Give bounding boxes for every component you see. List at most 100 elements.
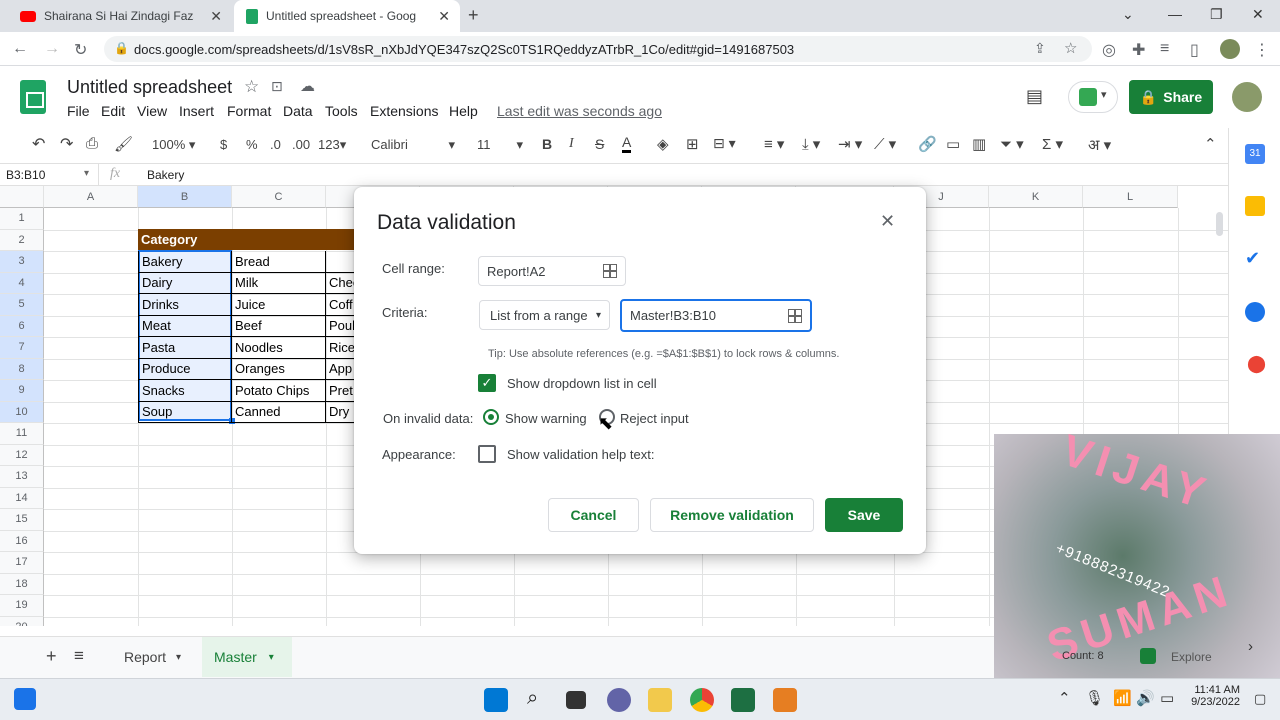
text-rotate-icon[interactable]: ⟋ ▾ xyxy=(874,135,896,153)
menu-help[interactable]: Help xyxy=(449,103,478,119)
app-icon[interactable] xyxy=(773,688,797,712)
search-icon[interactable]: ⌕ xyxy=(527,687,538,710)
menu-extensions[interactable]: Extensions xyxy=(370,103,438,119)
table-cell[interactable]: Beef xyxy=(232,315,326,337)
bold-icon[interactable]: B xyxy=(542,136,552,152)
notifications-icon[interactable]: ▢ xyxy=(1254,691,1266,707)
row-header[interactable]: 8 xyxy=(0,358,44,380)
volume-icon[interactable]: 🔊 xyxy=(1136,689,1155,707)
filter-icon[interactable]: ⏷ ▾ xyxy=(1000,135,1024,153)
remove-validation-button[interactable]: Remove validation xyxy=(650,498,814,532)
browser-tab-sheets[interactable]: Untitled spreadsheet - Google Sheets ✕ xyxy=(234,0,460,32)
text-wrap-icon[interactable]: ⇥ ▾ xyxy=(838,135,862,153)
row-header[interactable]: 3 xyxy=(0,251,44,273)
table-cell[interactable]: Snacks xyxy=(138,380,232,402)
start-icon[interactable] xyxy=(484,688,508,712)
table-cell[interactable] xyxy=(326,251,354,273)
chevron-down-icon[interactable]: ▾ xyxy=(84,168,89,179)
star-icon[interactable]: ☆ xyxy=(244,77,259,97)
last-edit-link[interactable]: Last edit was seconds ago xyxy=(497,103,662,119)
column-header[interactable]: K xyxy=(989,186,1083,208)
cancel-button[interactable]: Cancel xyxy=(548,498,639,532)
row-header[interactable]: 1 xyxy=(0,208,44,230)
menu-tools[interactable]: Tools xyxy=(325,103,358,119)
row-header[interactable]: 5 xyxy=(0,294,44,316)
number-format-select[interactable]: 123▾ xyxy=(318,137,346,153)
fill-color-icon[interactable]: ◈ xyxy=(657,135,669,153)
row-header[interactable]: 18 xyxy=(0,573,44,595)
menu-edit[interactable]: Edit xyxy=(101,103,125,119)
add-sheet-icon[interactable]: + xyxy=(46,646,57,667)
globe-icon[interactable]: ◎ xyxy=(1102,40,1116,60)
name-box[interactable]: B3:B10 xyxy=(6,168,45,182)
table-cell[interactable]: Milk xyxy=(232,272,326,294)
tasks-icon[interactable]: ✔ xyxy=(1245,248,1260,269)
profile-avatar[interactable] xyxy=(1220,39,1240,59)
document-title[interactable]: Untitled spreadsheet xyxy=(67,77,232,98)
sheet-tab-master[interactable]: Master ▾ xyxy=(202,637,292,677)
move-folder-icon[interactable]: ⊡ xyxy=(271,78,283,95)
meet-button[interactable]: ▾ xyxy=(1068,81,1118,113)
vertical-align-icon[interactable]: ⤓ ▾ xyxy=(802,135,820,153)
contacts-icon[interactable] xyxy=(1245,302,1265,322)
row-header[interactable]: 17 xyxy=(0,552,44,574)
formula-input[interactable]: Bakery xyxy=(147,168,184,182)
row-header[interactable]: 6 xyxy=(0,315,44,337)
new-tab-icon[interactable]: + xyxy=(468,5,479,26)
comments-icon[interactable]: ▤ xyxy=(1026,86,1043,107)
table-cell[interactable]: Potato Chips xyxy=(232,380,326,402)
paint-format-icon[interactable]: 🖌 xyxy=(114,135,133,153)
table-cell[interactable]: Oranges xyxy=(232,358,326,380)
column-header[interactable]: L xyxy=(1083,186,1178,208)
insert-link-icon[interactable]: 🔗 xyxy=(918,135,937,153)
chrome-icon[interactable] xyxy=(690,688,714,712)
table-cell[interactable]: Rice xyxy=(326,337,354,359)
explore-label[interactable]: Explore xyxy=(1171,650,1212,664)
zoom-select[interactable]: 100% ▾ xyxy=(152,137,195,153)
criteria-type-select[interactable]: List from a range ▾ xyxy=(479,300,610,330)
clock[interactable]: 11:41 AM 9/23/2022 xyxy=(1188,684,1240,708)
microphone-icon[interactable]: 🎙 xyxy=(1085,689,1104,707)
select-range-icon[interactable] xyxy=(788,309,802,323)
show-warning-radio[interactable] xyxy=(483,409,499,425)
column-header[interactable]: A xyxy=(44,186,138,208)
row-header[interactable]: 11 xyxy=(0,423,44,445)
redo-icon[interactable]: ↷ xyxy=(60,134,73,154)
show-dropdown-checkbox[interactable]: ✓ xyxy=(478,374,496,392)
maps-icon[interactable]: ⬤ xyxy=(1247,354,1266,374)
criteria-range-input[interactable]: Master!B3:B10 xyxy=(620,299,812,332)
merge-cells-icon[interactable]: ⊟ ▾ xyxy=(713,135,736,152)
horizontal-align-icon[interactable]: ≡ ▾ xyxy=(764,135,784,153)
omnibox[interactable]: 🔒 docs.google.com/spreadsheets/d/1sV8sR_… xyxy=(104,36,1092,62)
text-color-icon[interactable]: A xyxy=(622,134,632,153)
share-page-icon[interactable]: ⇪ xyxy=(1034,40,1046,57)
insert-comment-icon[interactable]: ▭ xyxy=(946,135,960,153)
share-button[interactable]: 🔒 Share xyxy=(1129,80,1213,114)
account-avatar[interactable] xyxy=(1232,82,1262,112)
table-cell[interactable]: Canned xyxy=(232,401,326,423)
sheets-logo-icon[interactable] xyxy=(20,80,46,114)
select-all-corner[interactable] xyxy=(0,186,44,208)
tab-search-icon[interactable]: ⌄ xyxy=(1122,6,1134,23)
row-header[interactable]: 2 xyxy=(0,229,44,251)
row-header[interactable]: 9 xyxy=(0,380,44,402)
select-range-icon[interactable] xyxy=(603,264,617,278)
italic-icon[interactable]: I xyxy=(569,136,574,152)
chevron-right-icon[interactable]: › xyxy=(1248,638,1253,655)
battery-icon[interactable]: ▭ xyxy=(1160,689,1174,707)
chat-icon[interactable] xyxy=(607,688,631,712)
decrease-decimal-button[interactable]: .0 xyxy=(270,137,281,152)
keep-icon[interactable] xyxy=(1245,196,1265,216)
row-header[interactable]: 20 xyxy=(0,616,44,626)
all-sheets-icon[interactable]: ≡ xyxy=(74,646,84,666)
row-header[interactable]: 15 xyxy=(0,509,44,531)
table-cell[interactable]: Pret xyxy=(326,380,354,402)
strikethrough-icon[interactable]: S xyxy=(595,136,604,152)
table-cell[interactable]: Pasta xyxy=(138,337,232,359)
row-header[interactable]: 12 xyxy=(0,444,44,466)
side-panel-icon[interactable]: ▯ xyxy=(1190,40,1199,60)
currency-format-button[interactable]: $ xyxy=(220,137,227,152)
wifi-icon[interactable]: 📶 xyxy=(1113,689,1132,707)
input-tools-icon[interactable]: अ ▾ xyxy=(1088,135,1111,155)
cell-range-input[interactable]: Report!A2 xyxy=(478,256,626,286)
